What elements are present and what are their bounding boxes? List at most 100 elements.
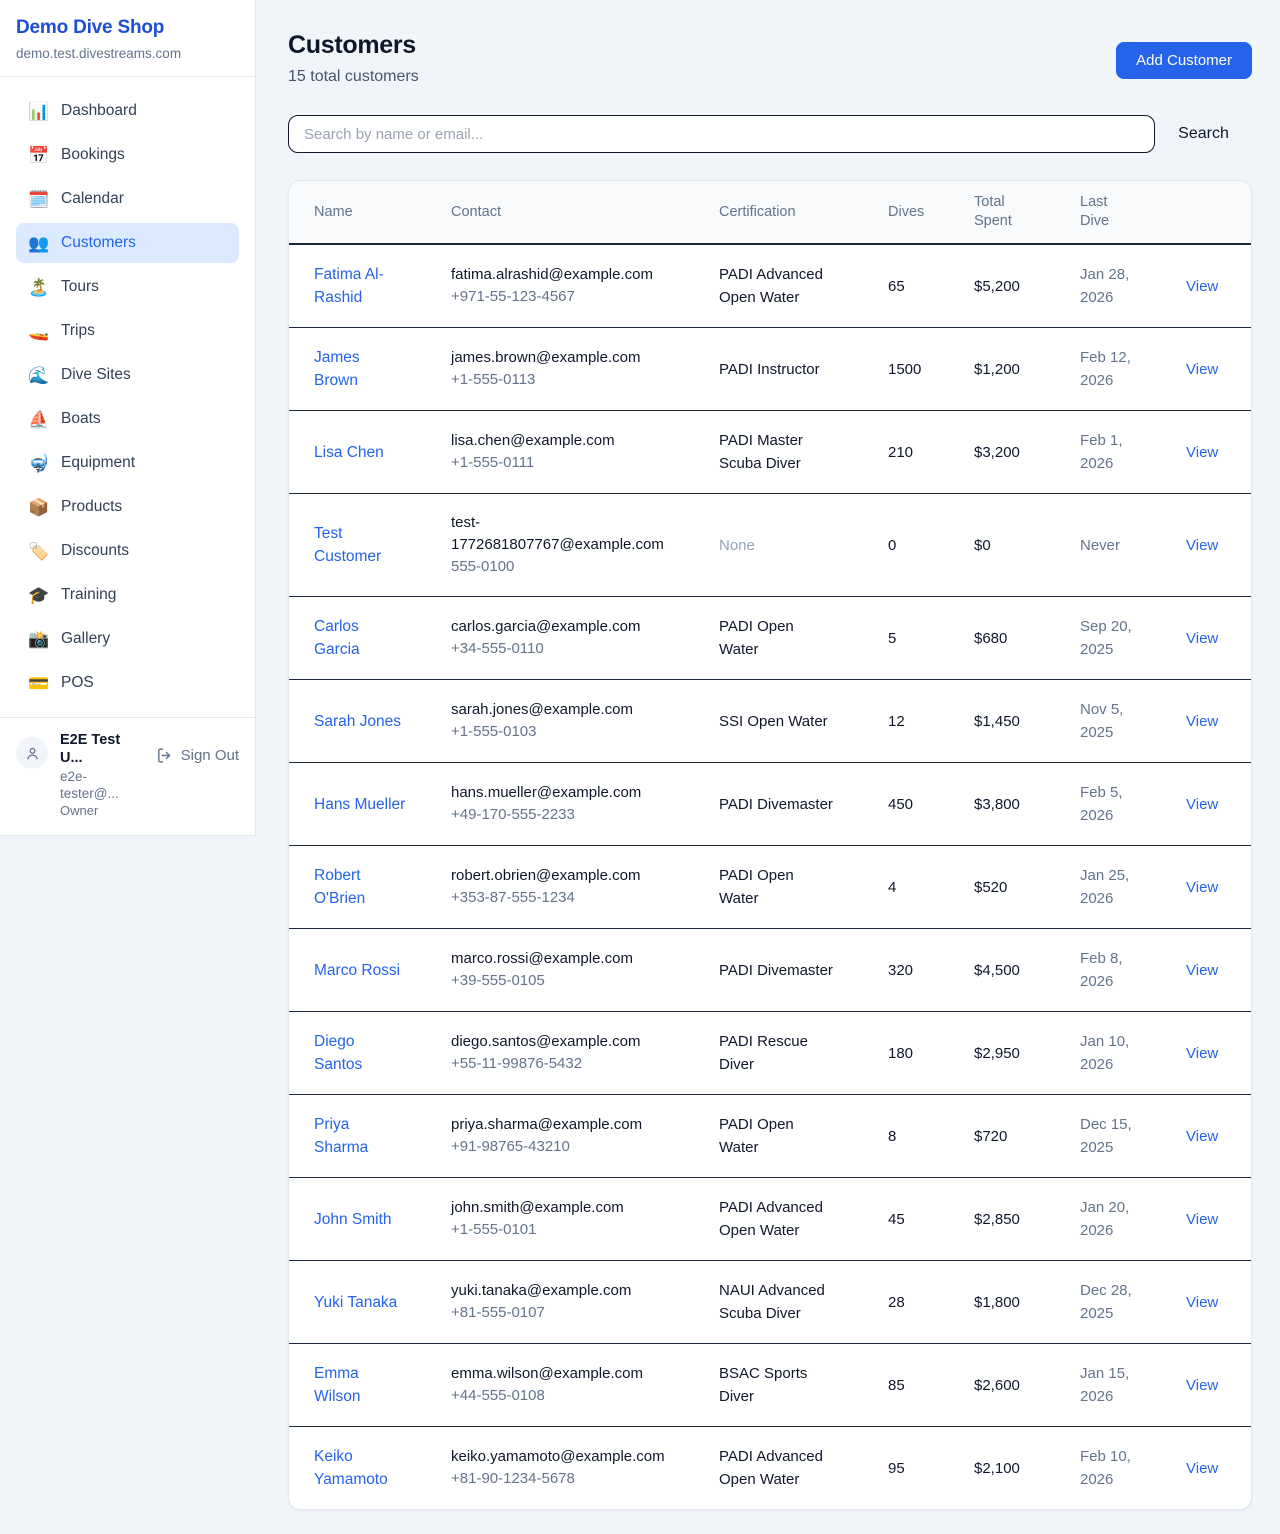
column-header-total-spent: Total Spent [958,181,1064,244]
sidebar-item-calendar[interactable]: 🗓️ Calendar [16,179,239,219]
view-customer-link[interactable]: View [1186,796,1218,813]
view-customer-link[interactable]: View [1186,278,1218,295]
customer-name-link[interactable]: Test Customer [314,522,406,568]
sign-out-button[interactable]: Sign Out [156,747,239,764]
view-customer-link[interactable]: View [1186,1294,1218,1311]
customer-certification: PADI Divemaster [719,959,833,982]
customer-name-link[interactable]: Marco Rossi [314,959,400,982]
customer-name-link[interactable]: Sarah Jones [314,710,401,733]
customer-total-spent: $520 [958,846,1064,929]
view-customer-link[interactable]: View [1186,1211,1218,1228]
sidebar-item-products[interactable]: 📦 Products [16,487,239,527]
sidebar-item-boats[interactable]: ⛵ Boats [16,399,239,439]
customer-total-spent: $4,500 [958,929,1064,1012]
customer-certification: PADI Open Water [719,1113,837,1159]
shop-name: Demo Dive Shop [16,17,239,39]
customer-certification: NAUI Advanced Scuba Diver [719,1279,837,1325]
bar-chart-icon: 📊 [28,103,48,120]
table-header: Name Contact Certification Dives Total S… [289,181,1251,244]
sidebar: Demo Dive Shop demo.test.divestreams.com… [0,0,256,836]
customer-total-spent: $5,200 [958,244,1064,328]
table-row: John Smith john.smith@example.com +1-555… [289,1178,1251,1261]
customer-email: robert.obrien@example.com [451,865,665,887]
view-customer-link[interactable]: View [1186,444,1218,461]
speedboat-icon: 🚤 [28,323,48,340]
customer-name-link[interactable]: Carlos Garcia [314,615,406,661]
customer-last-dive: Feb 12, 2026 [1080,346,1144,392]
column-header-name: Name [289,181,435,244]
person-icon [24,745,41,762]
credit-card-icon: 💳 [28,675,48,692]
customer-last-dive: Dec 28, 2025 [1080,1279,1144,1325]
customer-certification: None [719,534,755,557]
view-customer-link[interactable]: View [1186,1128,1218,1145]
sidebar-item-discounts[interactable]: 🏷️ Discounts [16,531,239,571]
sidebar-item-tours[interactable]: 🏝️ Tours [16,267,239,307]
view-customer-link[interactable]: View [1186,879,1218,896]
sidebar-item-dive-sites[interactable]: 🌊 Dive Sites [16,355,239,395]
customer-last-dive: Feb 10, 2026 [1080,1445,1144,1491]
customer-name-link[interactable]: Emma Wilson [314,1362,406,1408]
view-customer-link[interactable]: View [1186,537,1218,554]
customer-email: james.brown@example.com [451,347,665,369]
customer-name-link[interactable]: Fatima Al-Rashid [314,263,406,309]
customer-phone: +971-55-123-4567 [451,286,687,308]
view-customer-link[interactable]: View [1186,1377,1218,1394]
view-customer-link[interactable]: View [1186,361,1218,378]
customer-last-dive: Jan 28, 2026 [1080,263,1144,309]
table-row: Carlos Garcia carlos.garcia@example.com … [289,597,1251,680]
user-email: e2e-tester@... [60,768,144,802]
customer-total-spent: $2,100 [958,1427,1064,1510]
sidebar-item-training[interactable]: 🎓 Training [16,575,239,615]
customer-dives: 65 [872,244,958,328]
sidebar-item-gallery[interactable]: 📸 Gallery [16,619,239,659]
sidebar-item-dashboard[interactable]: 📊 Dashboard [16,91,239,131]
customer-certification: BSAC Sports Diver [719,1362,837,1408]
customer-certification: PADI Advanced Open Water [719,1196,837,1242]
customers-table: Name Contact Certification Dives Total S… [289,181,1251,1509]
view-customer-link[interactable]: View [1186,713,1218,730]
calendar-date-icon: 📅 [28,147,48,164]
customer-total-spent: $1,800 [958,1261,1064,1344]
customer-email: test-1772681807767@example.com [451,512,665,556]
customer-total-spent: $3,800 [958,763,1064,846]
add-customer-button[interactable]: Add Customer [1116,42,1252,79]
search-button[interactable]: Search [1155,125,1252,143]
island-icon: 🏝️ [28,279,48,296]
customer-phone: +1-555-0113 [451,369,687,391]
customer-name-link[interactable]: Hans Mueller [314,793,405,816]
sidebar-item-customers[interactable]: 👥 Customers [16,223,239,263]
customer-name-link[interactable]: Priya Sharma [314,1113,406,1159]
view-customer-link[interactable]: View [1186,962,1218,979]
avatar [16,737,48,769]
view-customer-link[interactable]: View [1186,1045,1218,1062]
customer-dives: 8 [872,1095,958,1178]
sidebar-item-equipment[interactable]: 🤿 Equipment [16,443,239,483]
sidebar-item-bookings[interactable]: 📅 Bookings [16,135,239,175]
customers-tbody: Fatima Al-Rashid fatima.alrashid@example… [289,244,1251,1509]
customer-last-dive: Sep 20, 2025 [1080,615,1144,661]
customer-name-link[interactable]: Robert O'Brien [314,864,406,910]
sidebar-item-pos[interactable]: 💳 POS [16,663,239,703]
customer-certification: PADI Divemaster [719,793,833,816]
customer-dives: 4 [872,846,958,929]
sidebar-user-panel: E2E Test U... e2e-tester@... Owner Sign … [0,717,255,835]
search-input[interactable] [288,115,1155,153]
customer-name-link[interactable]: James Brown [314,346,406,392]
table-row: Test Customer test-1772681807767@example… [289,494,1251,597]
sidebar-item-trips[interactable]: 🚤 Trips [16,311,239,351]
customer-last-dive: Never [1080,534,1120,557]
customer-total-spent: $2,950 [958,1012,1064,1095]
customer-dives: 180 [872,1012,958,1095]
customer-name-link[interactable]: Keiko Yamamoto [314,1445,406,1491]
shop-domain: demo.test.divestreams.com [16,46,239,61]
customer-name-link[interactable]: Lisa Chen [314,441,384,464]
customer-total-spent: $1,200 [958,328,1064,411]
customer-certification: PADI Open Water [719,615,837,661]
customer-name-link[interactable]: John Smith [314,1208,392,1231]
customer-certification: PADI Instructor [719,358,820,381]
customer-name-link[interactable]: Diego Santos [314,1030,406,1076]
view-customer-link[interactable]: View [1186,1460,1218,1477]
view-customer-link[interactable]: View [1186,630,1218,647]
customer-name-link[interactable]: Yuki Tanaka [314,1291,397,1314]
